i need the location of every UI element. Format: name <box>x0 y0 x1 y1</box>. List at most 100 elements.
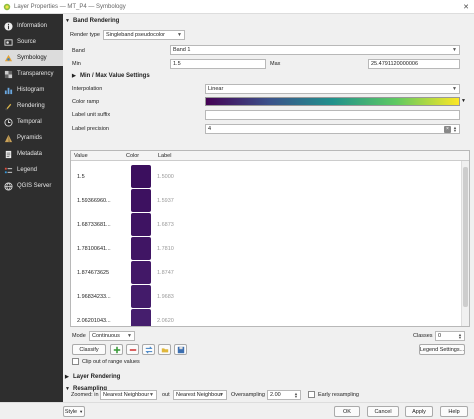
rendering-icon <box>3 101 13 111</box>
color-ramp-label: Color ramp <box>72 99 100 105</box>
style-button[interactable]: Style ▼ <box>63 406 85 417</box>
legend-settings-button[interactable]: Legend Settings... <box>419 344 465 355</box>
layer-rendering-header[interactable]: ▶ Layer Rendering <box>65 372 120 382</box>
classify-button[interactable]: Classify <box>72 344 106 355</box>
symbology-panel: ▼ Band Rendering Render type Singleband … <box>63 14 474 402</box>
band-label: Band <box>72 48 85 54</box>
save-colormap-button[interactable] <box>174 344 187 355</box>
sidebar-item-metadata[interactable]: Metadata <box>0 146 63 162</box>
table-header: Value Color Label <box>71 151 469 161</box>
render-type-label: Render type <box>70 32 100 38</box>
mode-label: Mode <box>72 333 86 339</box>
color-ramp-dropdown-icon[interactable]: ▼ <box>461 98 466 104</box>
row-color-swatch[interactable] <box>131 237 151 260</box>
ok-button[interactable]: OK <box>334 406 360 417</box>
row-value[interactable]: 1.59366960... <box>77 198 111 204</box>
help-button[interactable]: Help <box>440 406 468 417</box>
clear-icon[interactable]: × <box>444 126 451 133</box>
row-color-swatch[interactable] <box>131 189 151 212</box>
sidebar-item-legend[interactable]: Legend <box>0 162 63 178</box>
sidebar-item-pyramids[interactable]: Pyramids <box>0 130 63 146</box>
max-input[interactable]: 25.4791120000006 <box>368 59 460 69</box>
early-resampling-checkbox[interactable] <box>308 391 315 398</box>
column-header-color[interactable]: Color <box>126 153 139 159</box>
clip-out-of-range-label: Clip out of range values <box>82 359 140 365</box>
min-input[interactable]: 1.5 <box>170 59 266 69</box>
sidebar-item-histogram[interactable]: Histogram <box>0 82 63 98</box>
transparency-icon <box>3 69 13 79</box>
row-value[interactable]: 1.5 <box>77 174 85 180</box>
row-label[interactable]: 2.0620 <box>157 318 174 324</box>
title-bar: Layer Properties — MT_P4 — Symbology ✕ <box>0 0 474 14</box>
temporal-icon <box>3 117 13 127</box>
chevron-down-icon: ▼ <box>452 47 457 53</box>
info-icon <box>3 21 13 31</box>
minmax-settings-header[interactable]: ▶ Min / Max Value Settings <box>72 71 150 81</box>
row-color-swatch[interactable] <box>131 285 151 308</box>
table-row[interactable]: 2.06201043... 2.0620 <box>71 307 461 326</box>
label-precision-spinbox[interactable]: 4 × ▲ ▼ <box>205 124 460 134</box>
table-scrollbar[interactable] <box>461 161 469 326</box>
zoomed-in-resampling-combo[interactable]: Nearest Neighbour ▼ <box>100 390 157 400</box>
sidebar-item-label: Legend <box>17 167 38 173</box>
sidebar-item-qgis-server[interactable]: QGIS Server <box>0 178 63 194</box>
zoomed-out-resampling-combo[interactable]: Nearest Neighbour ▼ <box>173 390 227 400</box>
row-label[interactable]: 1.5937 <box>157 198 174 204</box>
interpolation-combo[interactable]: Linear ▼ <box>205 84 460 94</box>
column-header-value[interactable]: Value <box>74 153 88 159</box>
sidebar-item-symbology[interactable]: Symbology <box>0 50 63 66</box>
row-label[interactable]: 1.8747 <box>157 270 174 276</box>
sidebar-item-label: Information <box>17 23 48 29</box>
row-color-swatch[interactable] <box>131 309 151 326</box>
row-color-swatch[interactable] <box>131 165 151 188</box>
spin-arrows-icon[interactable]: ▲ ▼ <box>458 333 462 340</box>
color-map-table: Value Color Label 1.5 1.5000 1.59366960...… <box>70 150 470 327</box>
close-window-button[interactable]: ✕ <box>458 0 474 14</box>
plus-icon <box>113 346 120 353</box>
zoomed-out-label: out <box>162 392 170 398</box>
invert-colors-button[interactable] <box>142 344 155 355</box>
scrollbar-thumb[interactable] <box>463 167 468 307</box>
oversampling-spinbox[interactable]: 2.00 ▲ ▼ <box>267 390 301 400</box>
label-unit-suffix-input[interactable] <box>205 110 460 120</box>
row-color-swatch[interactable] <box>131 261 151 284</box>
row-label[interactable]: 1.9683 <box>157 294 174 300</box>
load-colormap-button[interactable] <box>158 344 171 355</box>
spin-arrows-icon[interactable]: ▲ ▼ <box>294 392 298 399</box>
sidebar-item-rendering[interactable]: Rendering <box>0 98 63 114</box>
expand-arrow-icon: ▶ <box>65 374 69 380</box>
early-resampling-label: Early resampling <box>318 392 359 398</box>
classes-spinbox[interactable]: 0 ▲ ▼ <box>435 331 465 341</box>
row-value[interactable]: 1.78100641... <box>77 246 111 252</box>
row-label[interactable]: 1.6873 <box>157 222 174 228</box>
spin-arrows-icon[interactable]: ▲ ▼ <box>453 126 457 133</box>
row-value[interactable]: 1.874673625 <box>77 270 109 276</box>
band-combo[interactable]: Band 1 ▼ <box>170 45 460 55</box>
apply-button[interactable]: Apply <box>405 406 433 417</box>
add-value-button[interactable] <box>110 344 123 355</box>
row-color-swatch[interactable] <box>131 213 151 236</box>
row-label[interactable]: 1.7810 <box>157 246 174 252</box>
row-label[interactable]: 1.5000 <box>157 174 174 180</box>
legend-icon <box>3 165 13 175</box>
row-value[interactable]: 2.06201043... <box>77 318 111 324</box>
sidebar-item-transparency[interactable]: Transparency <box>0 66 63 82</box>
chevron-down-icon: ▼ <box>149 392 154 398</box>
cancel-button[interactable]: Cancel <box>367 406 399 417</box>
row-value[interactable]: 1.96834233... <box>77 294 111 300</box>
sidebar-item-label: Histogram <box>17 87 45 93</box>
render-type-combo[interactable]: Singleband pseudocolor ▼ <box>103 30 185 40</box>
remove-value-button[interactable] <box>126 344 139 355</box>
row-value[interactable]: 1.68733681... <box>77 222 111 228</box>
color-ramp-selector[interactable] <box>205 97 460 106</box>
interpolation-label: Interpolation <box>72 86 103 92</box>
band-rendering-header[interactable]: ▼ Band Rendering <box>65 16 119 26</box>
clip-out-of-range-checkbox[interactable] <box>72 358 79 365</box>
label-unit-suffix-label: Label unit suffix <box>72 112 111 118</box>
sidebar-item-source[interactable]: Source <box>0 34 63 50</box>
mode-combo[interactable]: Continuous ▼ <box>89 331 135 341</box>
column-header-label[interactable]: Label <box>158 153 171 159</box>
sidebar-item-temporal[interactable]: Temporal <box>0 114 63 130</box>
sidebar-item-information[interactable]: Information <box>0 18 63 34</box>
zoomed-in-label: Zoomed: in <box>71 392 99 398</box>
